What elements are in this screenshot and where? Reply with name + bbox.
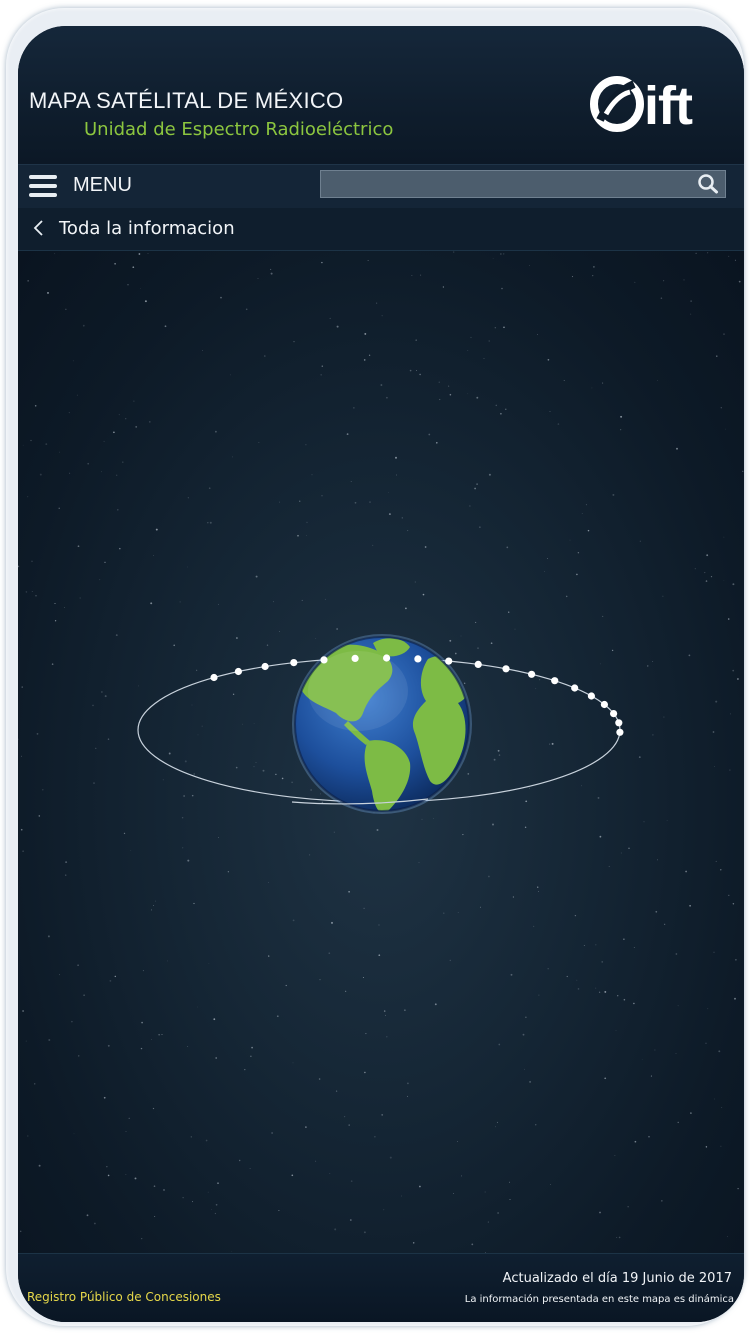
satellite-dot[interactable] bbox=[210, 673, 218, 682]
logo-wordmark: ift bbox=[644, 76, 693, 136]
satellite-dot[interactable] bbox=[445, 657, 453, 665]
last-updated-text: Actualizado el día 19 Junio de 2017 bbox=[502, 1271, 732, 1286]
satellite-dot[interactable] bbox=[474, 660, 482, 668]
registro-publico-link[interactable]: Registro Público de Concesiones bbox=[27, 1290, 221, 1304]
app-header: MAPA SATÉLITAL DE MÉXICO Unidad de Espec… bbox=[18, 26, 744, 164]
satellite-dot[interactable] bbox=[234, 667, 242, 676]
ift-logo-mark-icon bbox=[590, 76, 644, 132]
satellite-map-view[interactable] bbox=[18, 251, 744, 1253]
satellite-dot[interactable] bbox=[610, 710, 618, 718]
page-title: MAPA SATÉLITAL DE MÉXICO bbox=[29, 88, 344, 113]
chevron-left-icon[interactable] bbox=[32, 219, 46, 237]
satellite-dot[interactable] bbox=[261, 662, 269, 671]
earth-orbit-graphic bbox=[137, 634, 624, 814]
menu-button[interactable]: MENU bbox=[73, 174, 132, 197]
satellite-dot[interactable] bbox=[587, 692, 596, 700]
satellite-dot[interactable] bbox=[383, 654, 391, 662]
navigation-bar: MENU bbox=[18, 164, 744, 209]
satellite-dot[interactable] bbox=[351, 654, 359, 662]
satellite-dot[interactable] bbox=[414, 655, 422, 663]
earth-globe-icon bbox=[292, 634, 472, 814]
satellite-dot[interactable] bbox=[528, 670, 536, 678]
satellite-dot[interactable] bbox=[551, 677, 559, 685]
dynamic-info-note: La información presentada en este mapa e… bbox=[464, 1294, 734, 1305]
hamburger-icon[interactable] bbox=[29, 175, 57, 197]
satellite-dot[interactable] bbox=[320, 656, 328, 664]
breadcrumb-link[interactable]: Toda la informacion bbox=[59, 218, 235, 239]
satellite-dot[interactable] bbox=[600, 700, 609, 709]
satellite-dot[interactable] bbox=[502, 665, 510, 673]
app-screen: MAPA SATÉLITAL DE MÉXICO Unidad de Espec… bbox=[18, 26, 744, 1322]
satellite-dot[interactable] bbox=[615, 719, 623, 727]
ift-logo: ift bbox=[590, 70, 730, 140]
search-icon[interactable] bbox=[697, 174, 719, 194]
satellite-dot[interactable] bbox=[616, 728, 624, 736]
satellite-dot[interactable] bbox=[571, 684, 579, 692]
device-frame: MAPA SATÉLITAL DE MÉXICO Unidad de Espec… bbox=[6, 8, 744, 1326]
search-box bbox=[320, 170, 726, 198]
satellite-dot[interactable] bbox=[290, 659, 298, 667]
app-footer: Registro Público de Concesiones Actualiz… bbox=[18, 1253, 744, 1322]
page-subtitle: Unidad de Espectro Radioeléctrico bbox=[84, 119, 394, 140]
breadcrumb: Toda la informacion bbox=[18, 208, 744, 251]
search-input[interactable] bbox=[321, 171, 697, 197]
